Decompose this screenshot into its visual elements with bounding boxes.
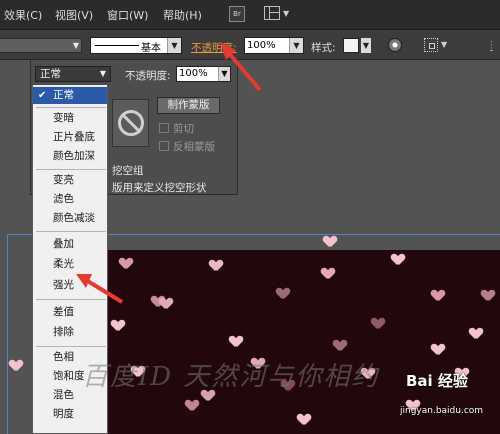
opacity-link[interactable]: 不透明度: (191, 40, 237, 55)
blend-option-color-dodge[interactable]: 颜色减淡 (33, 210, 107, 227)
control-bar: ▼ 基本 ▼ 不透明度: 100% ▼ 样式: ▼ ▼ ⫶ (0, 30, 500, 60)
blend-option-normal[interactable]: ✔ 正常 (33, 87, 107, 104)
menu-separator (36, 346, 106, 347)
heart-shape[interactable] (482, 290, 494, 302)
brush-label: 基本 (141, 43, 161, 54)
heart-shape[interactable] (112, 320, 124, 332)
chevron-down-icon: ▼ (99, 69, 106, 78)
heart-shape[interactable] (392, 254, 404, 266)
clip-checkbox[interactable] (159, 123, 169, 133)
heart-shape[interactable] (432, 290, 444, 302)
opacity-value: 100% (247, 40, 276, 51)
blend-option-color-burn[interactable]: 颜色加深 (33, 148, 107, 165)
check-icon: ✔ (38, 90, 47, 101)
blend-option-overlay[interactable]: 叠加 (33, 236, 107, 253)
menu-window[interactable]: 窗口(W) (107, 7, 148, 23)
menu-separator (36, 169, 106, 170)
panel-opacity-value: 100% (179, 68, 208, 79)
transform-grid-icon[interactable] (424, 38, 438, 52)
align-icon[interactable]: ⫶ (490, 39, 493, 53)
recolor-icon[interactable] (388, 38, 402, 52)
brush-definition-dropdown[interactable]: 基本 ▼ (90, 37, 182, 54)
heart-shape[interactable] (10, 360, 22, 372)
menu-bar: 效果(C) 视图(V) 窗口(W) 帮助(H) Br ▼ (0, 0, 500, 30)
blend-option-luminosity[interactable]: 明度 (33, 406, 107, 423)
heart-shape[interactable] (322, 268, 334, 280)
baidu-watermark: Bai 经验 jingyan.baidu.com (400, 370, 496, 422)
heart-shape[interactable] (470, 328, 482, 340)
blend-option-hard-light[interactable]: 强光 (33, 277, 107, 294)
heart-shape[interactable] (432, 344, 444, 356)
arrange-documents-button[interactable]: ▼ (264, 6, 292, 22)
heart-shape[interactable] (334, 340, 346, 352)
style-label: 样式: (311, 42, 336, 54)
invert-mask-label: 反相蒙版 (173, 141, 215, 153)
blend-option-multiply[interactable]: 正片叠底 (33, 129, 107, 146)
blend-mode-dropdown[interactable]: 正常 ▼ (35, 66, 111, 82)
blend-option-difference[interactable]: 差值 (33, 304, 107, 321)
chevron-down-icon[interactable]: ▼ (441, 40, 447, 49)
blend-option-soft-light[interactable]: 柔光 (33, 256, 107, 273)
variable-width-dropdown[interactable]: ▼ (0, 38, 82, 53)
heart-shape[interactable] (277, 288, 289, 300)
chevron-down-icon: ▼ (218, 67, 230, 81)
menu-effect[interactable]: 效果(C) (4, 7, 42, 23)
no-mask-icon (118, 110, 144, 136)
author-watermark: 百度ID 天然河与你相约 (82, 362, 380, 392)
chevron-down-icon: ▼ (289, 38, 303, 53)
panel-opacity-label: 不透明度: (125, 70, 171, 82)
make-mask-button[interactable]: 制作蒙版 (157, 97, 220, 114)
stroke-preview (95, 45, 139, 46)
bridge-button[interactable]: Br (229, 6, 245, 22)
heart-shape[interactable] (160, 298, 172, 310)
menu-separator (36, 299, 106, 300)
menu-separator (36, 231, 106, 232)
heart-shape[interactable] (324, 236, 336, 248)
menu-separator (36, 107, 106, 108)
arrange-icon (264, 6, 280, 20)
heart-shape[interactable] (186, 400, 198, 412)
blend-option-exclusion[interactable]: 排除 (33, 324, 107, 341)
heart-shape[interactable] (120, 258, 132, 270)
chevron-down-icon: ▼ (283, 9, 290, 18)
baidu-url: jingyan.baidu.com (400, 406, 484, 416)
mask-thumbnail[interactable] (112, 99, 149, 147)
menu-help[interactable]: 帮助(H) (163, 7, 202, 23)
artboard-guide-vertical (7, 234, 8, 434)
blend-option-lighten[interactable]: 变亮 (33, 172, 107, 189)
heart-shape[interactable] (230, 336, 242, 348)
chevron-down-icon: ▼ (72, 41, 79, 50)
blend-option-screen[interactable]: 滤色 (33, 191, 107, 208)
blend-option-darken[interactable]: 变暗 (33, 110, 107, 127)
style-swatch[interactable] (343, 38, 359, 53)
panel-opacity-field[interactable]: 100% ▼ (176, 66, 231, 82)
baidu-logo: Bai 经验 (406, 372, 468, 390)
opacity-field[interactable]: 100% ▼ (244, 37, 304, 54)
menu-view[interactable]: 视图(V) (55, 7, 93, 23)
chevron-down-icon: ▼ (167, 38, 181, 53)
clip-label: 剪切 (173, 123, 194, 135)
heart-shape[interactable] (210, 260, 222, 272)
heart-shape[interactable] (298, 414, 310, 426)
chevron-down-icon[interactable]: ▼ (361, 38, 371, 53)
knockout-define-label: 版用来定义挖空形状 (112, 182, 207, 194)
blend-mode-value: 正常 (40, 68, 61, 80)
heart-shape[interactable] (372, 318, 384, 330)
knockout-group-label: 挖空组 (112, 165, 144, 177)
invert-mask-checkbox[interactable] (159, 141, 169, 151)
